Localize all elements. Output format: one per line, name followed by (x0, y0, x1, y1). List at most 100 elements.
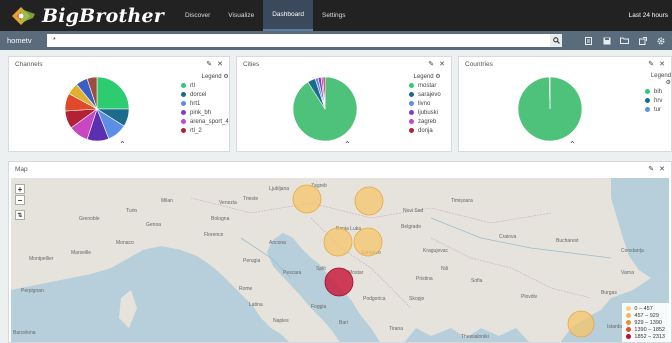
pie-slice-rtl[interactable] (96, 76, 130, 110)
legend-swatch (181, 83, 186, 88)
map-legend-swatch (626, 334, 632, 339)
legend-label: hrt1 (190, 100, 201, 107)
nav-discover[interactable]: Discover (176, 0, 219, 31)
fit-bounds-icon[interactable]: ⇅ (15, 210, 25, 220)
timepicker[interactable]: Last 24 hours (629, 0, 668, 31)
map-canvas[interactable]: Ljubljana Zagreb Trieste Venezia Milan Turin G… (11, 178, 669, 342)
edit-icon[interactable]: ✎ (206, 60, 212, 68)
top-navbar: BigBrother Discover Visualize Dashboard … (0, 0, 672, 31)
legend-item[interactable]: arena_sport_4 (181, 117, 229, 126)
new-dashboard-icon[interactable] (583, 35, 594, 46)
close-icon[interactable]: ✕ (217, 60, 223, 68)
zoom-out-button[interactable]: − (15, 195, 25, 205)
edit-icon[interactable]: ✎ (648, 165, 654, 173)
map-marker[interactable] (292, 184, 322, 214)
edit-icon[interactable]: ✎ (428, 60, 434, 68)
search-icon (552, 37, 560, 44)
app-name: BigBrother (42, 4, 164, 27)
legend-swatch (645, 107, 650, 112)
legend-label: dorcel (190, 91, 207, 98)
legend-label: bih (654, 88, 663, 95)
panel-countries: Countries ✎ ✕ ⌃ Legend ⚙ bih hrv tur (458, 56, 672, 152)
legend-swatch (181, 119, 186, 124)
logo-icon (8, 4, 38, 28)
legend-label: mostar (418, 82, 437, 89)
panel-tools: ✎ ✕ (206, 60, 223, 68)
map-legend-item: 929 – 1390 (626, 319, 665, 326)
pie-chart-countries (517, 76, 583, 142)
legend-item[interactable]: donja (409, 126, 441, 135)
nav-settings[interactable]: Settings (313, 0, 355, 31)
map-legend-label: 1852 – 2313 (634, 333, 665, 340)
map-marker[interactable] (354, 186, 384, 216)
map-legend-item: 1852 – 2313 (626, 333, 665, 340)
legend-label: rtl (190, 82, 195, 89)
legend-item[interactable]: livno (409, 99, 441, 108)
folder-open-icon[interactable] (619, 35, 630, 46)
legend-item[interactable]: hrt1 (181, 99, 229, 108)
legend-item[interactable]: tur (645, 105, 671, 114)
legend-swatch (181, 110, 186, 115)
legend-swatch (181, 92, 186, 97)
search-input[interactable]: * (47, 34, 550, 47)
gear-icon[interactable] (655, 35, 666, 46)
legend-swatch (409, 128, 414, 133)
legend-label: arena_sport_4 (190, 118, 229, 125)
chevron-up-icon[interactable]: ⌃ (569, 140, 576, 149)
panel-title: Channels (15, 61, 43, 68)
panel-tools: ✎ ✕ (648, 60, 665, 68)
map-marker[interactable] (567, 310, 595, 338)
close-icon[interactable]: ✕ (659, 165, 665, 173)
chevron-up-icon[interactable]: ⌃ (119, 140, 126, 149)
map-marker[interactable] (324, 267, 354, 297)
panel-channels: Channels ✎ ✕ ⌃ Legend ⚙ rtl dorcel hrt1 pin… (8, 56, 230, 152)
legend-item[interactable]: zagreb (409, 117, 441, 126)
zoom-in-button[interactable]: + (15, 184, 25, 194)
legend-item[interactable]: ljubuski (409, 108, 441, 117)
map-legend-label: 929 – 1390 (634, 319, 662, 326)
timepicker-label: Last 24 hours (628, 12, 668, 19)
panel-title: Map (15, 166, 28, 173)
share-icon[interactable] (637, 35, 648, 46)
search-button[interactable] (550, 34, 562, 47)
legend-item[interactable]: bih (645, 87, 671, 96)
legend-item[interactable]: rtl (181, 81, 229, 90)
legend-label: Legend (201, 74, 222, 80)
legend-label: rtl_2 (190, 127, 202, 134)
legend-label: hrv (654, 97, 663, 104)
legend-item[interactable]: rtl_2 (181, 126, 229, 135)
nav-visualize[interactable]: Visualize (219, 0, 263, 31)
legend-item[interactable]: pink_bh (181, 108, 229, 117)
map-legend-label: 457 – 929 (634, 312, 659, 319)
legend-item[interactable]: hrv (645, 96, 671, 105)
map-legend-swatch (626, 320, 632, 325)
legend-swatch (645, 98, 650, 103)
legend-swatch (181, 101, 186, 106)
map-legend-swatch (626, 306, 632, 311)
map-legend-item: 457 – 929 (626, 312, 665, 319)
map-legend-swatch (626, 327, 632, 332)
map-marker[interactable] (323, 227, 353, 257)
dashboard-title: hometv (7, 36, 32, 45)
legend-item[interactable]: dorcel (181, 90, 229, 99)
legend-item[interactable]: mostar (409, 81, 441, 90)
legend-label: zagreb (418, 118, 437, 125)
nav-dashboard[interactable]: Dashboard (263, 0, 314, 31)
legend-swatch (409, 83, 414, 88)
legend-label: donja (418, 127, 433, 134)
legend-swatch (409, 119, 414, 124)
chevron-up-icon[interactable]: ⌃ (344, 140, 351, 149)
legend-label: ljubuski (418, 109, 439, 116)
legend-swatch (409, 92, 414, 97)
close-icon[interactable]: ✕ (439, 60, 445, 68)
close-icon[interactable]: ✕ (659, 60, 665, 68)
map-markers (292, 184, 595, 338)
app-logo[interactable]: BigBrother (8, 4, 164, 28)
pie-chart-cities (292, 76, 358, 142)
legend-item[interactable]: sarajevo (409, 90, 441, 99)
legend-label: Legend (650, 73, 671, 79)
edit-icon[interactable]: ✎ (648, 60, 654, 68)
map-marker[interactable] (353, 227, 383, 257)
legend-swatch (645, 89, 650, 94)
save-icon[interactable] (601, 35, 612, 46)
